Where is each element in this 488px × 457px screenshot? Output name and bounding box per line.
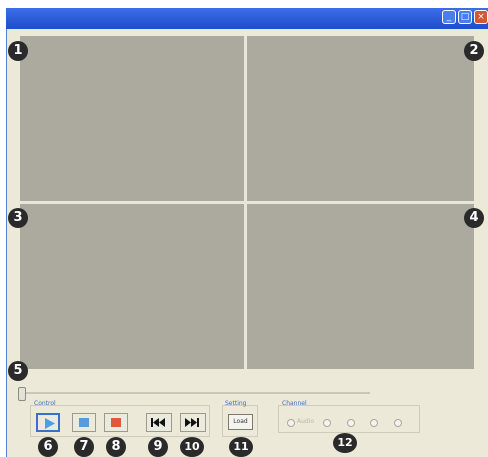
pane-divider-vertical: [244, 36, 247, 369]
seek-slider-thumb[interactable]: [18, 387, 26, 401]
video-pane-1[interactable]: [20, 36, 244, 201]
callout-marker-1: 1: [8, 41, 28, 61]
callout-marker-6: 6: [38, 437, 58, 457]
audio-radio-label: Audio: [297, 418, 315, 425]
callout-marker-4: 4: [464, 208, 484, 228]
close-button[interactable]: ×: [474, 10, 488, 24]
play-icon: [45, 418, 55, 429]
title-bar: _ □ ×: [6, 8, 488, 29]
pause-button[interactable]: [72, 413, 96, 432]
callout-marker-10: 10: [180, 437, 204, 457]
previous-button[interactable]: [146, 413, 172, 432]
skip-forward-icon: [185, 418, 199, 427]
channel-radio-4[interactable]: [394, 419, 402, 427]
seek-slider-track[interactable]: [26, 392, 370, 394]
minimize-button[interactable]: _: [442, 10, 456, 24]
setting-group-label: Setting: [225, 400, 247, 407]
video-pane-3[interactable]: [20, 204, 244, 369]
callout-marker-9: 9: [148, 437, 168, 457]
callout-marker-8: 8: [106, 437, 126, 457]
load-button[interactable]: Load: [228, 414, 253, 430]
callout-marker-3: 3: [8, 208, 28, 228]
pause-icon: [79, 418, 89, 427]
control-group-label: Control: [34, 400, 56, 407]
callout-marker-11: 11: [229, 437, 253, 457]
audio-radio[interactable]: [287, 419, 295, 427]
channel-radio-1[interactable]: [323, 419, 331, 427]
minimize-icon: _: [446, 12, 452, 22]
callout-marker-12: 12: [333, 433, 357, 453]
close-icon: ×: [477, 12, 485, 22]
channel-radio-2[interactable]: [347, 419, 355, 427]
stop-button[interactable]: [104, 413, 128, 432]
channel-group-label: Channel: [282, 400, 307, 407]
maximize-icon: □: [460, 12, 470, 22]
skip-back-icon: [151, 418, 165, 427]
next-button[interactable]: [180, 413, 206, 432]
video-pane-4[interactable]: [247, 204, 474, 369]
play-button[interactable]: [36, 413, 60, 432]
callout-marker-2: 2: [464, 41, 484, 61]
channel-radio-3[interactable]: [370, 419, 378, 427]
video-pane-2[interactable]: [247, 36, 474, 201]
maximize-button[interactable]: □: [458, 10, 472, 24]
callout-marker-5: 5: [8, 361, 28, 381]
callout-marker-7: 7: [74, 437, 94, 457]
stop-icon: [111, 418, 121, 427]
pane-divider-horizontal: [20, 201, 474, 204]
